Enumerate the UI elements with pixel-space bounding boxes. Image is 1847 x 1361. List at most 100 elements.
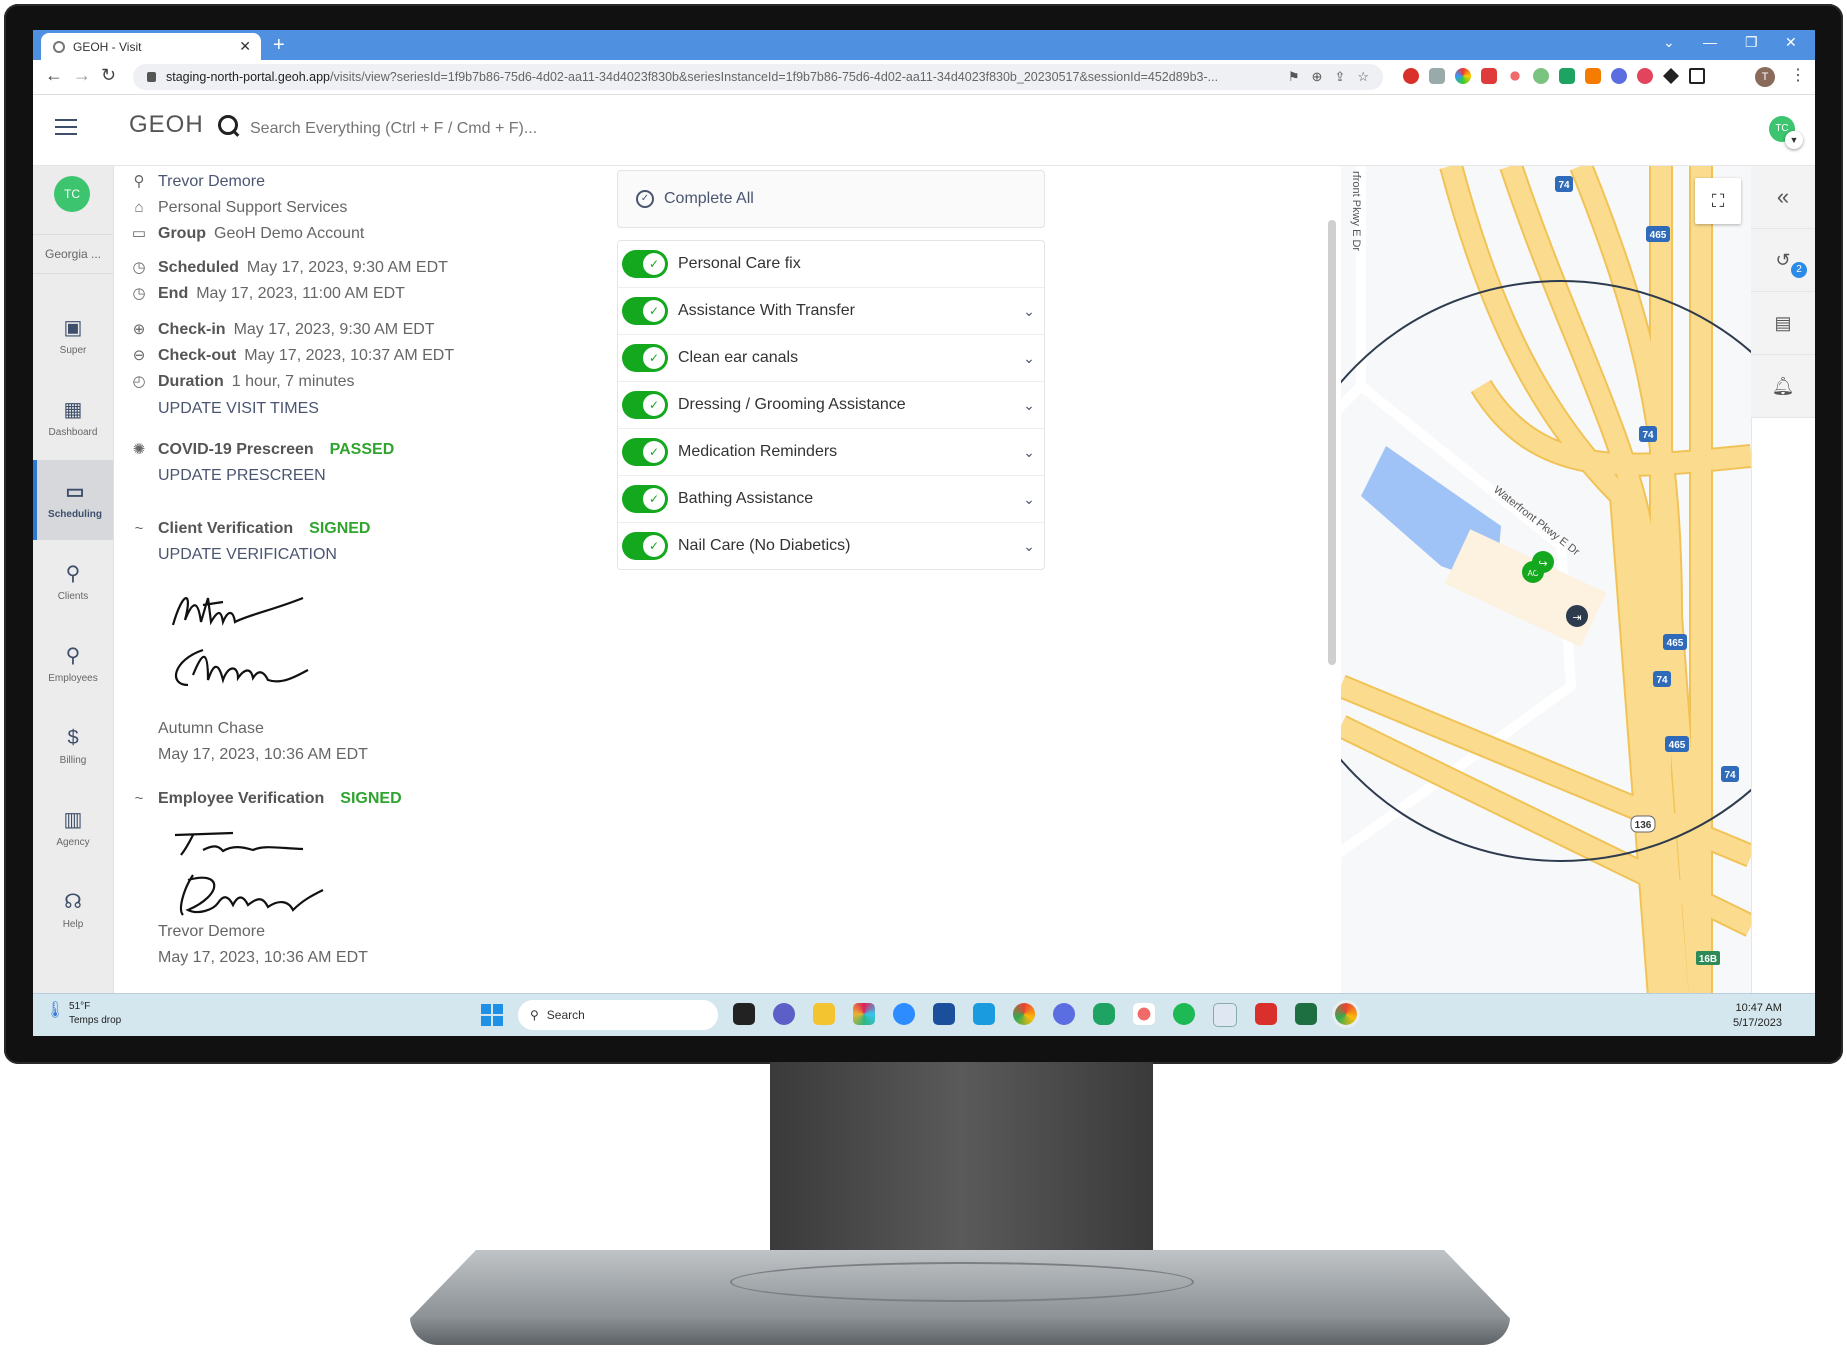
update-prescreen-link[interactable]: UPDATE PRESCREEN — [158, 467, 326, 485]
task-toggle[interactable]: ✓ — [622, 485, 668, 513]
sidebar-item-employees[interactable]: ⚲ Employees — [33, 624, 113, 704]
history-icon[interactable]: ↺ — [1751, 229, 1815, 292]
asana-icon[interactable] — [1133, 1003, 1155, 1025]
chevron-down-icon[interactable]: ⌄ — [1014, 491, 1044, 508]
back-icon[interactable]: ← — [45, 65, 63, 86]
asana-extension-icon[interactable] — [1507, 68, 1523, 84]
complete-all-button[interactable]: ✓ Complete All — [617, 170, 1045, 228]
spotify-icon[interactable] — [1173, 1003, 1195, 1025]
task-item[interactable]: ✓ Nail Care (No Diabetics) ⌄ — [618, 523, 1044, 569]
extension-icon[interactable] — [1429, 68, 1445, 84]
check-out-marker[interactable]: ↪ — [1532, 551, 1554, 573]
new-tab-button[interactable]: + — [273, 34, 285, 56]
share-icon[interactable]: ⇪ — [1334, 69, 1345, 85]
snowflake-extension-icon[interactable] — [1611, 68, 1627, 84]
task-item[interactable]: ✓ Medication Reminders ⌄ — [618, 429, 1044, 476]
grammar-extension-icon[interactable] — [1559, 68, 1575, 84]
update-verification-link[interactable]: UPDATE VERIFICATION — [158, 546, 337, 564]
map-fullscreen-button[interactable]: ⛶ — [1695, 178, 1741, 224]
sidebar-item-dashboard[interactable]: ▦ Dashboard — [33, 378, 113, 458]
weather-widget[interactable]: 🌡︎ 51°F Temps drop — [45, 1000, 121, 1028]
chevron-down-icon[interactable]: ⌄ — [1014, 538, 1044, 555]
global-search-input[interactable] — [248, 113, 752, 145]
taskbar-search[interactable]: ⚲ Search — [518, 1000, 718, 1030]
task-item[interactable]: ✓ Assistance With Transfer ⌄ — [618, 288, 1044, 335]
file-explorer-icon[interactable] — [813, 1003, 835, 1025]
user-menu-caret-icon[interactable]: ▼ — [1785, 131, 1803, 149]
map-view[interactable]: 74 465 74 465 74 465 74 136 16B Waterfro… — [1341, 166, 1751, 1023]
android-extension-icon[interactable] — [1533, 68, 1549, 84]
task-toggle[interactable]: ✓ — [622, 532, 668, 560]
map-canvas[interactable]: 74 465 74 465 74 465 74 136 16B Waterfro… — [1341, 166, 1751, 1023]
resource-monitor-icon[interactable] — [1213, 1003, 1237, 1027]
reload-icon[interactable]: ↻ — [101, 65, 116, 86]
tab-search-icon[interactable]: ⌄ — [1663, 34, 1675, 51]
sidebar-item-clients[interactable]: ⚲ Clients — [33, 542, 113, 622]
collapse-panel-icon[interactable]: « — [1751, 166, 1815, 229]
sidebar-item-scheduling[interactable]: ▭ Scheduling — [33, 460, 113, 540]
sidebar-item-label: Scheduling — [48, 508, 102, 520]
task-toggle[interactable]: ✓ — [622, 344, 668, 372]
side-panel-icon[interactable] — [1689, 68, 1705, 84]
windows-start-icon[interactable] — [481, 1004, 503, 1026]
organization-selector[interactable]: Georgia ... — [33, 234, 113, 274]
microsoft-store-icon[interactable] — [933, 1003, 955, 1025]
chevron-down-icon[interactable]: ⌄ — [1014, 350, 1044, 367]
chrome-active-icon[interactable] — [1332, 1000, 1360, 1028]
adblock-extension-icon[interactable] — [1403, 68, 1419, 84]
system-clock[interactable]: 10:47 AM 5/17/2023 — [1733, 1001, 1782, 1031]
lastpass-extension-icon[interactable] — [1637, 68, 1653, 84]
l-app-icon[interactable] — [973, 1003, 995, 1025]
sidebar-item-agency[interactable]: ▥ Agency — [33, 788, 113, 868]
update-visit-times-link[interactable]: UPDATE VISIT TIMES — [158, 400, 319, 418]
puzzle-extensions-icon[interactable] — [1663, 68, 1679, 84]
notification-bell-icon[interactable]: 🔔︎ — [1751, 355, 1815, 418]
check-in-marker[interactable]: ⇥ — [1566, 605, 1588, 627]
task-item[interactable]: ✓ Dressing / Grooming Assistance ⌄ — [618, 382, 1044, 429]
task-item[interactable]: ✓ Clean ear canals ⌄ — [618, 335, 1044, 382]
minimize-icon[interactable]: — — [1703, 34, 1717, 50]
sidebar-item-help[interactable]: ☊ Help — [33, 870, 113, 950]
geoh-logo[interactable]: GEOH — [129, 111, 204, 139]
sidebar-avatar[interactable]: TC — [54, 176, 90, 212]
chevron-down-icon[interactable]: ⌄ — [1014, 303, 1044, 320]
zoom-app-icon[interactable] — [893, 1003, 915, 1025]
zoom-icon[interactable]: ⊕ — [1312, 69, 1323, 85]
chevron-down-icon[interactable]: ⌄ — [1014, 397, 1044, 414]
task-toggle[interactable]: ✓ — [622, 297, 668, 325]
chevron-down-icon[interactable]: ⌄ — [1014, 444, 1044, 461]
teams-icon[interactable] — [773, 1003, 795, 1025]
chrome-icon[interactable] — [1013, 1003, 1035, 1025]
slack-icon[interactable] — [853, 1003, 875, 1025]
browser-menu-icon[interactable]: ⋮ — [1790, 65, 1806, 85]
color-extension-icon[interactable] — [1455, 68, 1471, 84]
browser-profile-avatar[interactable]: T — [1755, 67, 1775, 87]
a-app-icon[interactable] — [1093, 1003, 1115, 1025]
content-scrollbar[interactable] — [1328, 220, 1336, 665]
arc-app-icon[interactable] — [1053, 1003, 1075, 1025]
svg-text:465: 465 — [1669, 740, 1686, 751]
close-window-icon[interactable]: ✕ — [1785, 34, 1797, 51]
task-item[interactable]: ✓ Personal Care fix — [618, 241, 1044, 288]
hubspot-extension-icon[interactable] — [1585, 68, 1601, 84]
task-view-icon[interactable] — [733, 1003, 755, 1025]
browser-tab[interactable]: GEOH - Visit ✕ — [41, 33, 261, 60]
location-icon[interactable]: ⚑ — [1288, 69, 1300, 85]
forward-icon[interactable]: → — [73, 65, 91, 86]
sidebar-item-billing[interactable]: $ Billing — [33, 706, 113, 786]
bookmark-star-icon[interactable]: ☆ — [1357, 69, 1369, 85]
hamburger-menu-icon[interactable] — [55, 119, 77, 135]
excel-icon[interactable] — [1295, 1003, 1317, 1025]
zotero-extension-icon[interactable] — [1481, 68, 1497, 84]
sidebar-item-super[interactable]: ▣ Super — [33, 296, 113, 376]
task-toggle[interactable]: ✓ — [622, 438, 668, 466]
expressvpn-icon[interactable] — [1255, 1003, 1277, 1025]
task-toggle[interactable]: ✓ — [622, 250, 668, 278]
task-item[interactable]: ✓ Bathing Assistance ⌄ — [618, 476, 1044, 523]
task-toggle[interactable]: ✓ — [622, 391, 668, 419]
employee-name[interactable]: Trevor Demore — [158, 173, 265, 191]
close-tab-icon[interactable]: ✕ — [239, 38, 251, 55]
notes-icon[interactable]: ▤ — [1751, 292, 1815, 355]
address-bar[interactable]: staging-north-portal.geoh.app /visits/vi… — [133, 64, 1383, 90]
restore-icon[interactable]: ❐ — [1745, 34, 1758, 51]
